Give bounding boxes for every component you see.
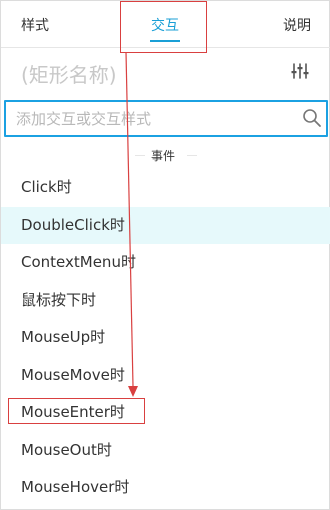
widget-name-title[interactable]: (矩形名称): [21, 59, 117, 88]
event-item-mousemove[interactable]: MouseMove时: [1, 357, 330, 395]
search-box: [4, 100, 328, 137]
event-item-click[interactable]: Click时: [1, 169, 330, 207]
event-item-doubleclick[interactable]: DoubleClick时: [1, 206, 330, 244]
annotation-box-mouseenter: [8, 398, 145, 424]
annotation-box-tab: [120, 1, 207, 53]
event-item-mouseout[interactable]: MouseOut时: [1, 432, 330, 470]
event-item-mousedown[interactable]: 鼠标按下时: [1, 282, 330, 320]
event-item-mousehover[interactable]: MouseHover时: [1, 469, 330, 507]
event-item-mouseup[interactable]: MouseUp时: [1, 319, 330, 357]
divider: [135, 155, 145, 156]
tab-notes[interactable]: 说明: [283, 15, 311, 35]
search-icon[interactable]: [302, 108, 322, 128]
event-item-contextmenu[interactable]: ContextMenu时: [1, 244, 330, 282]
event-list: Click时 DoubleClick时 ContextMenu时 鼠标按下时 M…: [1, 169, 330, 507]
sliders-icon[interactable]: [291, 62, 309, 80]
interaction-panel: 样式 交互 说明 (矩形名称) 事件 Click时 DoubleClick时 C: [0, 0, 330, 510]
tab-style[interactable]: 样式: [21, 15, 49, 35]
section-label: 事件: [151, 149, 176, 163]
divider: [187, 155, 197, 156]
search-input[interactable]: [14, 107, 298, 131]
events-section-header: 事件: [1, 145, 330, 167]
